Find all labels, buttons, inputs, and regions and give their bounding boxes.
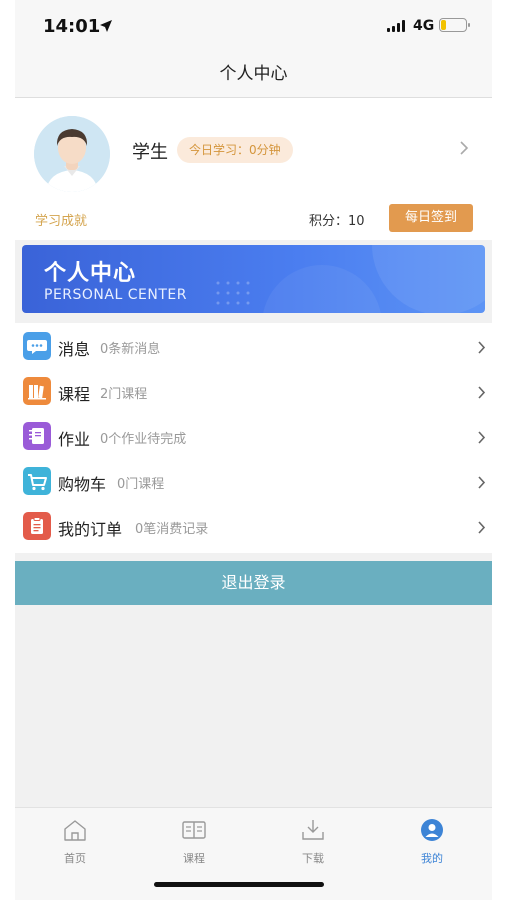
menu-subtext: 0笔消费记录 <box>135 522 209 537</box>
cart-icon <box>23 467 51 495</box>
chevron-right-icon <box>477 384 486 403</box>
tab-label: 下载 <box>302 852 324 865</box>
menu-label: 购物车 <box>58 475 107 494</box>
message-icon <box>23 332 51 360</box>
tab-label: 课程 <box>183 852 205 865</box>
study-time-badge: 今日学习：0分钟 <box>177 137 293 163</box>
menu-item-courses[interactable]: 课程 2门课程 <box>15 368 492 413</box>
banner-subtitle: PERSONAL CENTER <box>44 287 187 303</box>
menu-label: 我的订单 <box>58 520 123 539</box>
chevron-right-icon <box>477 519 486 538</box>
tab-courses[interactable]: 课程 <box>164 818 224 866</box>
logout-button[interactable]: 退出登录 <box>15 561 492 605</box>
menu-list: 消息 0条新消息 课程 2门课程 作业 0个作业待完成 购物车 0门课程 我的订… <box>15 323 492 553</box>
personal-center-banner: 个人中心 PERSONAL CENTER <box>22 245 485 313</box>
achievements-label[interactable]: 学习成就 <box>35 210 87 229</box>
menu-item-orders[interactable]: 我的订单 0笔消费记录 <box>15 503 492 548</box>
menu-label: 课程 <box>58 385 91 404</box>
app-frame: 14:01 4G 个人中心 学生 今日学习：0分钟 学习成就 积分：10 每日签… <box>15 0 492 900</box>
download-icon <box>300 820 326 846</box>
course-icon <box>181 821 207 846</box>
home-indicator <box>154 882 324 887</box>
status-bar: 14:01 4G <box>15 0 492 52</box>
status-time: 14:01 <box>43 16 101 37</box>
user-icon <box>419 819 445 846</box>
books-icon <box>23 377 51 405</box>
clipboard-icon <box>23 512 51 540</box>
menu-item-messages[interactable]: 消息 0条新消息 <box>15 323 492 368</box>
home-icon <box>62 820 88 846</box>
profile-section[interactable]: 学生 今日学习：0分钟 学习成就 积分：10 每日签到 <box>15 98 492 240</box>
signal-icon <box>387 20 407 32</box>
banner-title: 个人中心 <box>44 261 137 286</box>
battery-icon <box>439 18 470 32</box>
network-type: 4G <box>413 18 435 34</box>
user-name: 学生 <box>132 142 168 163</box>
points-label: 积分：10 <box>309 214 365 229</box>
tab-download[interactable]: 下载 <box>283 818 343 866</box>
tab-label: 我的 <box>421 852 443 865</box>
menu-subtext: 0门课程 <box>117 477 165 492</box>
menu-subtext: 2门课程 <box>100 387 148 402</box>
menu-subtext: 0个作业待完成 <box>100 432 187 447</box>
notebook-icon <box>23 422 51 450</box>
chevron-right-icon <box>477 339 486 358</box>
menu-item-cart[interactable]: 购物车 0门课程 <box>15 458 492 503</box>
menu-subtext: 0条新消息 <box>100 342 161 357</box>
page-title: 个人中心 <box>219 64 288 84</box>
chevron-right-icon <box>477 429 486 448</box>
tab-label: 首页 <box>64 852 86 865</box>
nav-bar: 个人中心 <box>15 52 492 98</box>
tab-home[interactable]: 首页 <box>45 818 105 866</box>
avatar[interactable] <box>34 116 110 192</box>
menu-item-homework[interactable]: 作业 0个作业待完成 <box>15 413 492 458</box>
location-arrow-icon <box>99 18 113 37</box>
chevron-right-icon <box>477 474 486 493</box>
chevron-right-icon[interactable] <box>459 140 469 159</box>
tab-mine[interactable]: 我的 <box>402 818 462 866</box>
menu-label: 作业 <box>58 430 91 449</box>
daily-checkin-button[interactable]: 每日签到 <box>389 204 473 232</box>
phone-screen: 14:01 4G 个人中心 学生 今日学习：0分钟 学习成就 积分：10 每日签… <box>0 0 507 900</box>
menu-label: 消息 <box>58 340 91 359</box>
